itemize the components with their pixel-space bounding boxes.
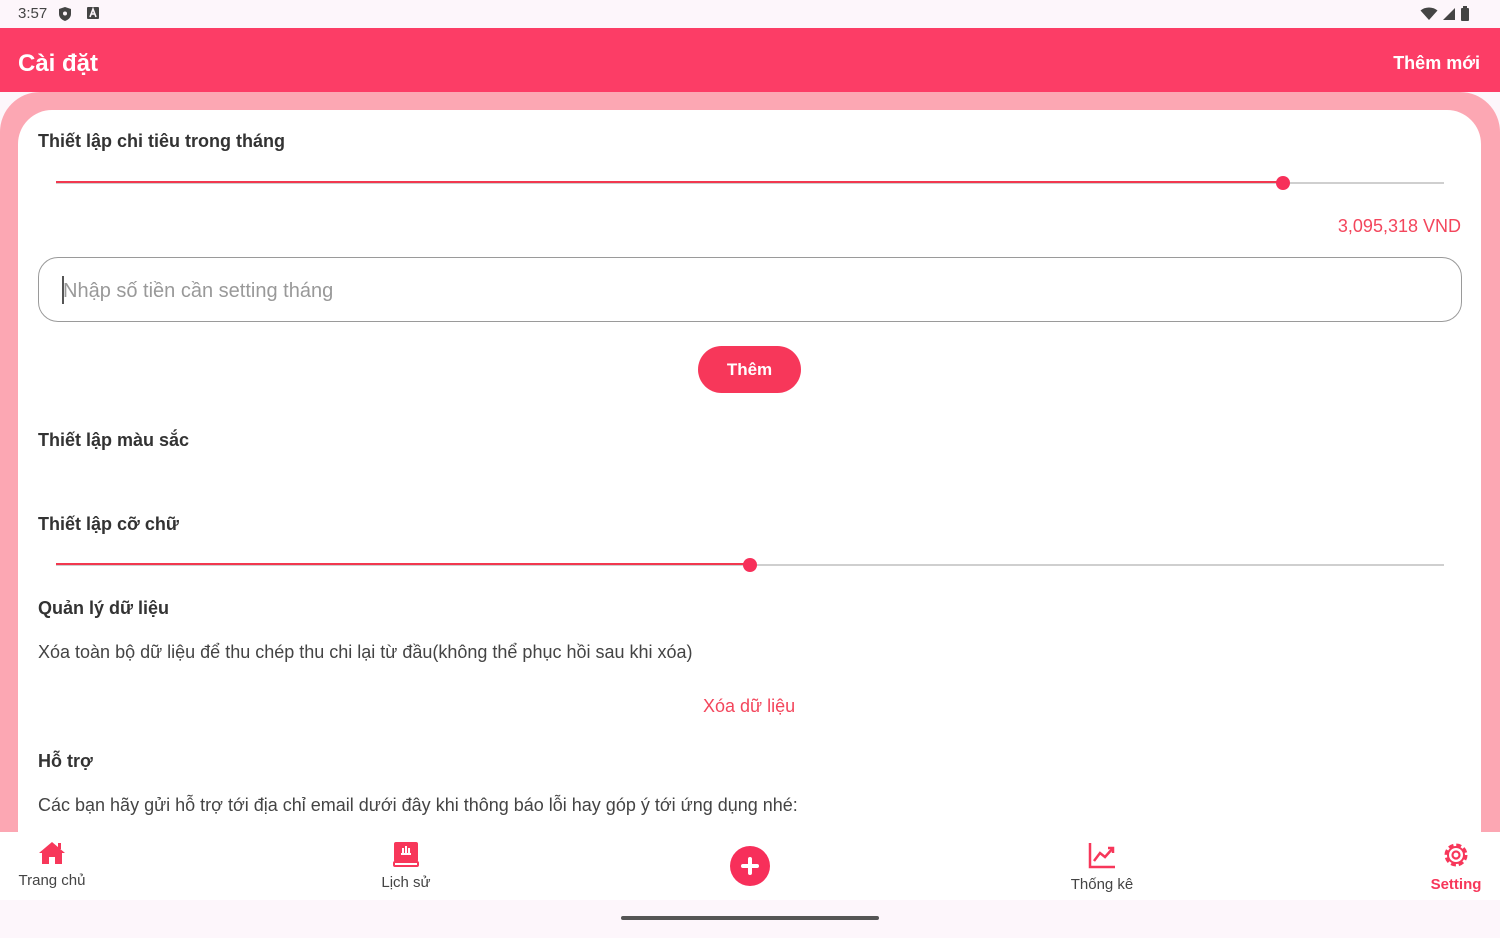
nav-label-history: Lịch sử — [381, 874, 431, 891]
add-new-button[interactable]: Thêm mới — [1393, 53, 1480, 74]
wifi-icon — [1420, 7, 1438, 25]
status-time: 3:57 — [18, 5, 48, 22]
page-title: Cài đặt — [18, 50, 99, 77]
chart-icon — [1087, 843, 1117, 874]
slider-thumb[interactable] — [1275, 176, 1290, 190]
add-icon[interactable] — [730, 846, 770, 886]
support-description: Các bạn hãy gửi hỗ trợ tới địa chỉ email… — [38, 795, 798, 815]
signal-icon — [1442, 7, 1456, 25]
spending-amount: 3,095,318 VND — [1337, 216, 1461, 236]
a-icon — [86, 6, 100, 24]
font-size-slider[interactable] — [56, 555, 1444, 575]
battery-icon — [1460, 6, 1470, 25]
data-management-title: Quản lý dữ liệu — [38, 598, 170, 618]
status-right-icons — [1420, 6, 1470, 25]
gear-icon — [1441, 843, 1471, 874]
slider-track-active — [56, 563, 750, 565]
nav-item-setting[interactable]: Setting — [1424, 840, 1488, 893]
nav-label-setting: Setting — [1430, 876, 1482, 893]
monthly-spending-title: Thiết lập chi tiêu trong tháng — [38, 131, 285, 151]
home-icon — [37, 842, 67, 870]
app-bar: Cài đặt Thêm mới — [0, 28, 1500, 92]
add-button[interactable]: Thêm — [698, 346, 801, 393]
bottom-navigation: Trang chủ Lịch sử Thống kê Setting — [0, 832, 1500, 900]
amount-input[interactable]: Nhập số tiền cần setting tháng — [38, 257, 1462, 322]
slider-thumb[interactable] — [743, 558, 757, 572]
data-management-description: Xóa toàn bộ dữ liệu để thu chép thu chi … — [38, 642, 693, 662]
settings-card: Thiết lập chi tiêu trong tháng 3,095,318… — [18, 110, 1481, 832]
support-title: Hỗ trợ — [38, 751, 93, 771]
nav-item-home[interactable]: Trang chủ — [14, 840, 90, 889]
slider-track-active — [56, 181, 1283, 183]
nav-label-stats: Thống kê — [1070, 876, 1134, 893]
delete-data-link[interactable]: Xóa dữ liệu — [703, 696, 795, 717]
font-size-title: Thiết lập cỡ chữ — [38, 514, 179, 534]
history-icon — [391, 842, 421, 872]
nav-item-history[interactable]: Lịch sử — [372, 840, 440, 891]
gesture-bar[interactable] — [621, 916, 879, 920]
shield-icon — [58, 6, 72, 26]
nav-item-stats[interactable]: Thống kê — [1066, 840, 1138, 893]
gesture-area — [0, 900, 1500, 938]
amount-input-placeholder: Nhập số tiền cần setting tháng — [63, 280, 334, 302]
monthly-spending-slider[interactable] — [56, 173, 1444, 193]
nav-label-home: Trang chủ — [18, 872, 86, 889]
color-settings-title: Thiết lập màu sắc — [38, 430, 190, 450]
status-bar: 3:57 — [0, 0, 1500, 28]
